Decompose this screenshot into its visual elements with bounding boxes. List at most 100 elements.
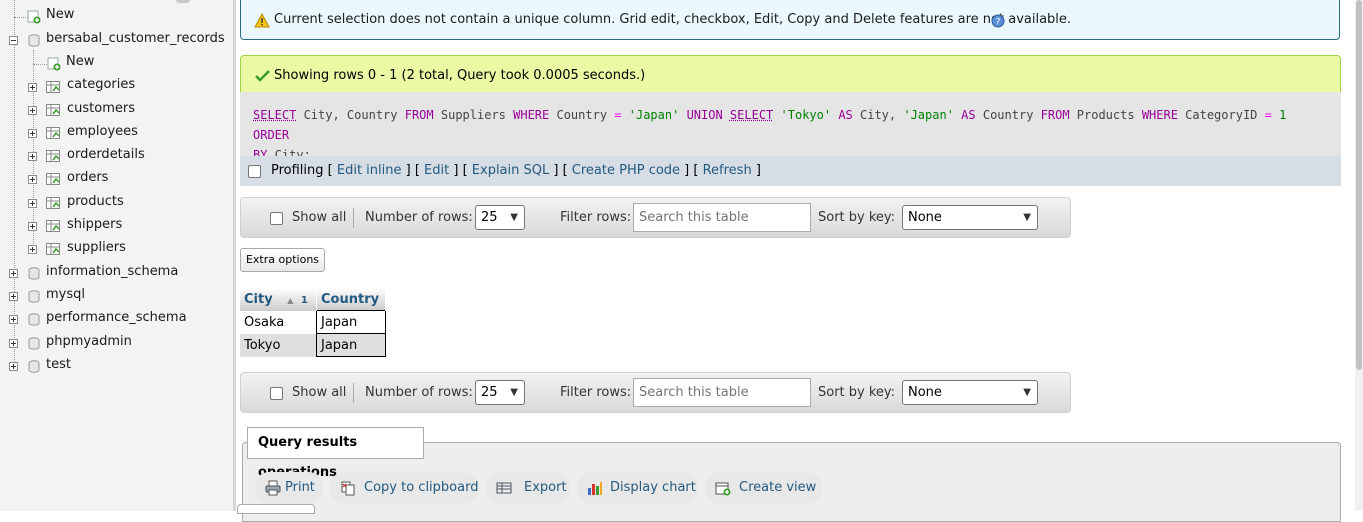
notice-message: Current selection does not contain a uni… bbox=[240, 0, 1340, 40]
sidebar-item-new-table[interactable]: New bbox=[66, 54, 94, 69]
sql-token: Country bbox=[549, 108, 615, 122]
profiling-links: Profiling [ Edit inline ] [ Edit ] [ Exp… bbox=[271, 163, 761, 178]
sidebar-db-mysql[interactable]: mysql bbox=[46, 287, 85, 302]
profiling-checkbox[interactable] bbox=[248, 165, 261, 178]
edit-inline-link[interactable]: Edit inline bbox=[337, 163, 402, 178]
sidebar-table-employees[interactable]: employees bbox=[67, 124, 138, 139]
table-cell[interactable]: Japan bbox=[316, 310, 386, 334]
column-header-country[interactable]: Country bbox=[316, 288, 386, 311]
print-button[interactable]: Print bbox=[255, 472, 323, 504]
expand-icon[interactable] bbox=[28, 222, 37, 231]
display-chart-button[interactable]: Display chart bbox=[577, 472, 698, 504]
expand-icon[interactable] bbox=[28, 152, 37, 161]
sql-token: City, Country bbox=[296, 108, 405, 122]
help-icon[interactable]: ? bbox=[991, 14, 1005, 28]
warning-icon bbox=[254, 13, 270, 28]
number-of-rows-select[interactable]: 25 ▼ bbox=[475, 380, 525, 405]
sidebar-table-customers[interactable]: customers bbox=[67, 101, 135, 116]
sidebar-db-bersabal_customer_records[interactable]: bersabal_customer_records bbox=[46, 31, 225, 46]
print-label: Print bbox=[285, 480, 315, 495]
sql-token: = bbox=[1264, 108, 1272, 122]
navigation-sidebar: New bersabal_customer_records New catego… bbox=[0, 0, 233, 511]
sql-token: SELECT bbox=[253, 108, 297, 122]
collapse-icon[interactable] bbox=[9, 36, 18, 45]
copy-to-clipboard-label: Copy to clipboard bbox=[364, 480, 479, 495]
show-all-checkbox[interactable] bbox=[270, 387, 283, 400]
table-icon bbox=[46, 197, 60, 209]
filter-rows-input[interactable] bbox=[633, 203, 811, 232]
sort-by-key-value: None bbox=[908, 210, 942, 225]
sql-token: = bbox=[614, 108, 622, 122]
sql-token: UNION bbox=[686, 108, 723, 122]
expand-icon[interactable] bbox=[9, 339, 18, 348]
expand-icon[interactable] bbox=[9, 269, 18, 278]
table-navigation-bottom: Show all Number of rows: 25 ▼ Filter row… bbox=[240, 372, 1071, 413]
edit-link[interactable]: Edit bbox=[424, 163, 449, 178]
table-cell[interactable]: Osaka bbox=[240, 310, 317, 334]
expand-icon[interactable] bbox=[9, 292, 18, 301]
show-all-checkbox[interactable] bbox=[270, 212, 283, 225]
sidebar-db-test[interactable]: test bbox=[46, 357, 71, 372]
column-header-label: Country bbox=[321, 291, 380, 307]
filter-rows-label: Filter rows: bbox=[560, 385, 632, 400]
table-icon bbox=[46, 243, 60, 255]
expand-icon[interactable] bbox=[28, 175, 37, 184]
explain-sql-link[interactable]: Explain SQL bbox=[472, 163, 549, 178]
create-php-code-link[interactable]: Create PHP code bbox=[572, 163, 680, 178]
success-message: Showing rows 0 - 1 (2 total, Query took … bbox=[240, 55, 1341, 92]
column-header-label: City bbox=[244, 291, 273, 307]
sidebar-table-categories[interactable]: categories bbox=[67, 77, 135, 92]
sidebar-scroll-stub[interactable] bbox=[176, 0, 190, 3]
expand-icon[interactable] bbox=[28, 83, 37, 92]
show-all-label[interactable]: Show all bbox=[292, 385, 346, 400]
chart-icon bbox=[588, 482, 602, 495]
sort-by-key-select[interactable]: None ▼ bbox=[902, 205, 1038, 230]
copy-to-clipboard-button[interactable]: Copy to clipboard bbox=[330, 472, 478, 504]
chevron-down-icon: ▼ bbox=[1023, 387, 1031, 398]
column-header-city[interactable]: City ▲ 1 bbox=[240, 288, 317, 311]
expand-icon[interactable] bbox=[28, 199, 37, 208]
table-cell[interactable]: Japan bbox=[316, 333, 386, 357]
filter-rows-input[interactable] bbox=[633, 378, 811, 407]
success-text: Showing rows 0 - 1 (2 total, Query took … bbox=[274, 68, 646, 83]
expand-icon[interactable] bbox=[28, 245, 37, 254]
page-scrollbar[interactable] bbox=[1355, 0, 1363, 511]
scrollbar-thumb[interactable] bbox=[1356, 0, 1362, 370]
sql-token: WHERE bbox=[513, 108, 550, 122]
create-view-button[interactable]: Create view bbox=[705, 472, 822, 504]
sidebar-resize-handle[interactable] bbox=[233, 0, 236, 511]
display-chart-label: Display chart bbox=[610, 480, 696, 495]
sidebar-table-suppliers[interactable]: suppliers bbox=[67, 240, 126, 255]
expand-icon[interactable] bbox=[28, 106, 37, 115]
refresh-link[interactable]: Refresh bbox=[703, 163, 752, 178]
sort-by-key-select[interactable]: None ▼ bbox=[902, 380, 1038, 405]
database-icon bbox=[28, 360, 40, 373]
database-icon bbox=[28, 267, 40, 280]
expand-icon[interactable] bbox=[9, 315, 18, 324]
sql-token: AS bbox=[961, 108, 976, 122]
filter-rows-label: Filter rows: bbox=[560, 210, 632, 225]
sidebar-db-information_schema[interactable]: information_schema bbox=[46, 264, 178, 279]
sidebar-db-phpmyadmin[interactable]: phpmyadmin bbox=[46, 334, 132, 349]
show-all-label[interactable]: Show all bbox=[292, 210, 346, 225]
sidebar-table-products[interactable]: products bbox=[67, 194, 124, 209]
export-button[interactable]: Export bbox=[486, 472, 570, 504]
table-cell[interactable]: Tokyo bbox=[240, 333, 317, 357]
table-icon bbox=[46, 173, 60, 185]
sidebar-table-orderdetails[interactable]: orderdetails bbox=[67, 147, 145, 162]
number-of-rows-select[interactable]: 25 ▼ bbox=[475, 205, 525, 230]
expand-icon[interactable] bbox=[9, 362, 18, 371]
notice-text: Current selection does not contain a uni… bbox=[274, 12, 1072, 27]
extra-options-button[interactable]: Extra options bbox=[240, 248, 325, 272]
bookmark-fieldset-stub bbox=[237, 504, 315, 514]
sql-token: Suppliers bbox=[433, 108, 514, 122]
expand-icon[interactable] bbox=[28, 129, 37, 138]
database-icon bbox=[28, 34, 40, 47]
sidebar-table-orders[interactable]: orders bbox=[67, 170, 108, 185]
sidebar-item-new[interactable]: New bbox=[46, 7, 74, 22]
sidebar-db-performance_schema[interactable]: performance_schema bbox=[46, 310, 187, 325]
tree-line bbox=[14, 17, 28, 18]
sidebar-table-shippers[interactable]: shippers bbox=[67, 217, 122, 232]
